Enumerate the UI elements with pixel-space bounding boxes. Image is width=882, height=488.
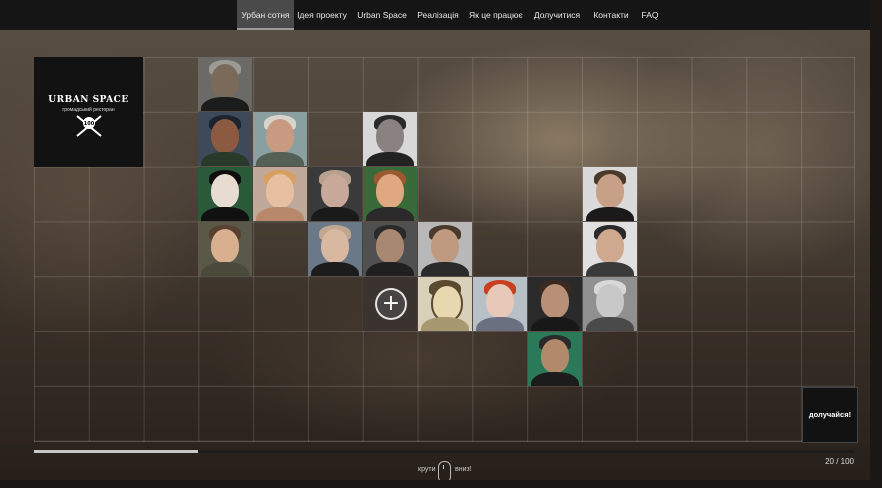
nav-item-how-it-works[interactable]: Як це працює [469,0,523,30]
nav-item-faq[interactable]: FAQ [638,0,662,30]
logo-badge: 100 [84,121,95,127]
portrait-tile[interactable] [363,222,417,276]
progress-fill [34,450,198,453]
portrait-tile[interactable] [308,222,362,276]
portrait-tile[interactable] [528,332,582,386]
nav-item-project-idea[interactable]: Ідея проекту [296,0,348,30]
scroll-hint-left: крути [418,466,436,473]
portrait-tile[interactable] [583,222,637,276]
portrait-tile[interactable] [583,167,637,221]
nav-item-contacts[interactable]: Контакти [591,0,631,30]
portrait-tile[interactable] [253,167,307,221]
app-window: Урбан сотня Ідея проекту Urban Space Реа… [0,0,870,480]
portrait-tile[interactable] [473,277,527,331]
portrait-tile[interactable] [583,277,637,331]
nav-item-join[interactable]: Долучитися [532,0,582,30]
portrait-tile[interactable] [308,167,362,221]
nav-item-urban-sotnia[interactable]: Урбан сотня [237,0,294,30]
portrait-tile[interactable] [198,112,252,166]
logo-title: URBAN SPACE [48,95,129,105]
portrait-tile[interactable] [418,277,472,331]
portrait-tile[interactable] [418,222,472,276]
portrait-tile[interactable] [363,112,417,166]
portrait-tile[interactable] [363,167,417,221]
portrait-tile[interactable] [253,112,307,166]
progress-counter: 20 / 100 [825,457,854,466]
nav-item-urban-space[interactable]: Urban Space [356,0,408,30]
nav-item-realization[interactable]: Реалізація [413,0,463,30]
portrait-tile[interactable] [528,277,582,331]
top-navigation: Урбан сотня Ідея проекту Urban Space Реа… [0,0,870,30]
portrait-tile[interactable] [198,222,252,276]
portrait-tile[interactable] [198,167,252,221]
urban-space-logo[interactable]: URBAN SPACE громадський ресторан 100 [34,57,143,167]
portrait-tile[interactable] [198,57,252,111]
fork-knife-icon: 100 [76,115,102,137]
window-shadow [870,6,882,488]
plus-icon[interactable]: + [375,288,407,320]
progress-bar [34,450,854,453]
join-button[interactable]: долучайся! [802,387,858,443]
add-portrait-tile[interactable]: + [363,277,417,331]
scroll-hint-right: вниз! [455,466,472,473]
mouse-icon [438,461,451,480]
